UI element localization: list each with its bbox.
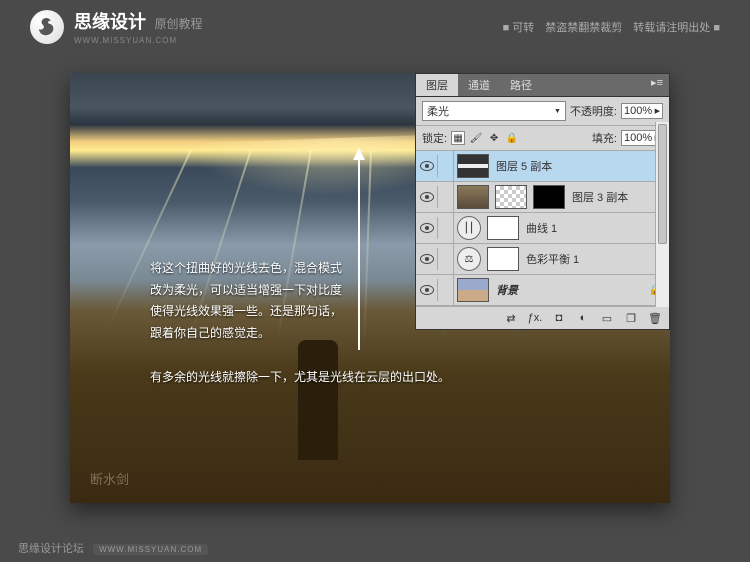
chevron-down-icon: ▼ [554,108,561,115]
eye-icon [420,161,434,171]
add-adjustment-icon[interactable]: ◐ [575,311,591,325]
layer-row[interactable]: ⚖ 色彩平衡 1 [416,244,669,275]
link-layers-icon[interactable]: ⇄ [503,311,519,325]
link-column [438,244,454,274]
layers-panel: 图层 通道 路径 ▸≡ 柔光 ▼ 不透明度: 100% ▶ 锁定: ▦ 🖌 ✥ … [415,73,670,330]
tree-stump [298,340,338,460]
chevron-right-icon: ▶ [655,107,660,115]
visibility-toggle[interactable] [416,155,438,177]
eye-icon [420,254,434,264]
annotation-text-2: 有多余的光线就擦除一下，尤其是光线在云层的出口处。 [150,368,450,385]
footer-text: 思缘设计论坛 [18,543,84,555]
lock-buttons: ▦ 🖌 ✥ 🔒 [451,131,519,145]
header-notice: ■ 可转 禁盗禁翻禁裁剪 转载请注明出处 ■ [503,19,720,35]
layer-row[interactable]: ⎮⎮ 曲线 1 [416,213,669,244]
author-watermark: 断水剑 [90,469,129,488]
visibility-toggle[interactable] [416,279,438,301]
layer-thumbnail[interactable] [495,185,527,209]
fill-value: 100% [624,132,652,144]
layers-panel-footer: ⇄ ƒx. ◘ ◐ ▭ ❐ 🗑 [416,306,669,329]
layer-mask-thumbnail[interactable] [487,247,519,271]
opacity-label: 不透明度: [570,103,617,119]
tab-layers[interactable]: 图层 [416,74,458,96]
visibility-toggle[interactable] [416,186,438,208]
link-column [438,275,454,305]
scrollbar-thumb[interactable] [658,124,667,244]
brand-logo: 思缘设计 原创教程 WWW.MISSYUAN.COM [30,8,202,45]
logo-icon [30,10,64,44]
layer-mask-thumbnail[interactable] [487,216,519,240]
lock-label: 锁定: [422,130,447,146]
document-canvas: 将这个扭曲好的光线去色，混合模式 改为柔光，可以适当增强一下对比度 使得光线效果… [70,73,670,503]
visibility-toggle[interactable] [416,248,438,270]
visibility-toggle[interactable] [416,217,438,239]
blend-opacity-row: 柔光 ▼ 不透明度: 100% ▶ [416,97,669,126]
lock-position-icon[interactable]: ✥ [487,131,501,145]
delete-layer-icon[interactable]: 🗑 [647,311,663,325]
layer-name[interactable]: 曲线 1 [522,220,557,236]
new-group-icon[interactable]: ▭ [599,311,615,325]
fill-label: 填充: [592,130,617,146]
eye-icon [420,223,434,233]
layer-row[interactable]: 背景 🔒 [416,275,669,306]
footer-url: WWW.MISSYUAN.COM [93,544,208,555]
app-header: 思缘设计 原创教程 WWW.MISSYUAN.COM ■ 可转 禁盗禁翻禁裁剪 … [0,0,750,53]
annotation-text-1: 将这个扭曲好的光线去色，混合模式 改为柔光，可以适当增强一下对比度 使得光线效果… [150,258,342,344]
lock-fill-row: 锁定: ▦ 🖌 ✥ 🔒 填充: 100% ▶ [416,126,669,151]
blend-mode-value: 柔光 [427,103,449,119]
link-column [438,213,454,243]
lock-pixels-icon[interactable]: 🖌 [469,131,483,145]
new-layer-icon[interactable]: ❐ [623,311,639,325]
color-balance-adjustment-icon[interactable]: ⚖ [457,247,481,271]
lock-all-icon[interactable]: 🔒 [505,131,519,145]
layer-effects-icon[interactable]: ƒx. [527,311,543,325]
link-column [438,151,454,181]
panel-menu-icon[interactable]: ▸≡ [645,74,669,96]
blend-mode-select[interactable]: 柔光 ▼ [422,101,566,121]
layer-name[interactable]: 图层 5 副本 [492,158,552,174]
opacity-input[interactable]: 100% ▶ [621,103,663,119]
link-column [438,182,454,212]
add-mask-icon[interactable]: ◘ [551,311,567,325]
curves-adjustment-icon[interactable]: ⎮⎮ [457,216,481,240]
layer-thumbnail[interactable] [457,185,489,209]
layer-mask-thumbnail[interactable] [533,185,565,209]
eye-icon [420,285,434,295]
eye-icon [420,192,434,202]
tab-paths[interactable]: 路径 [500,74,542,96]
layer-name[interactable]: 图层 3 副本 [568,189,628,205]
panel-tabs: 图层 通道 路径 ▸≡ [416,74,669,97]
layer-thumbnail[interactable] [457,278,489,302]
layer-row[interactable]: 图层 5 副本 [416,151,669,182]
layer-thumbnail[interactable] [457,154,489,178]
annotation-arrow [358,150,360,350]
brand-url: WWW.MISSYUAN.COM [74,36,202,45]
lock-transparency-icon[interactable]: ▦ [451,131,465,145]
layer-row[interactable]: 图层 3 副本 [416,182,669,213]
opacity-value: 100% [624,105,652,117]
page-footer: 思缘设计论坛 WWW.MISSYUAN.COM [18,540,208,556]
brand-name: 思缘设计 [74,12,146,32]
layer-name[interactable]: 色彩平衡 1 [522,251,579,267]
tab-channels[interactable]: 通道 [458,74,500,96]
brand-subtitle: 原创教程 [154,17,202,31]
layers-scrollbar[interactable] [655,122,669,307]
layer-name[interactable]: 背景 [492,282,518,298]
